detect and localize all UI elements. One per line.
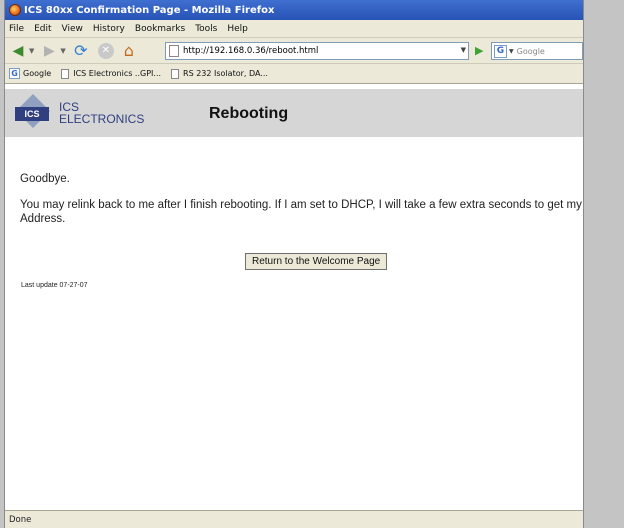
search-engine-dropdown-icon[interactable]: ▼ [509, 48, 514, 55]
page-icon [61, 68, 70, 79]
reload-icon[interactable]: ⟳ [72, 41, 90, 60]
menu-history[interactable]: History [93, 24, 125, 34]
menu-tools[interactable]: Tools [195, 24, 217, 34]
menu-edit[interactable]: Edit [34, 24, 51, 34]
google-search-icon[interactable]: G [494, 44, 507, 58]
goodbye-text: Goodbye. [20, 173, 70, 185]
bookmark-label: Google [23, 69, 52, 78]
bookmark-rs232-isolator[interactable]: RS 232 Isolator, DA... [171, 68, 268, 79]
home-icon[interactable]: ⌂ [120, 41, 138, 60]
company-line2: ELECTRONICS [59, 112, 145, 126]
google-icon: G [9, 68, 20, 79]
back-dropdown-icon[interactable]: ▼ [29, 47, 34, 55]
last-update-text: Last update 07-27-07 [21, 282, 88, 289]
page-content: ICS ICS ELECTRONICS Rebooting Goodbye. Y… [5, 86, 584, 510]
status-text: Done [9, 514, 32, 525]
title-bar: ICS 80xx Confirmation Page - Mozilla Fir… [5, 0, 583, 20]
browser-window: ICS 80xx Confirmation Page - Mozilla Fir… [4, 0, 584, 528]
page-title: Rebooting [209, 105, 289, 122]
bookmark-google[interactable]: G Google [9, 68, 51, 79]
ics-logo: ICS [15, 94, 51, 131]
page-icon [169, 45, 179, 57]
bookmark-label: RS 232 Isolator, DA... [183, 69, 268, 78]
address-bar[interactable]: http://192.168.0.36/reboot.html ▼ [165, 42, 469, 60]
status-bar: Done [5, 510, 583, 528]
menu-bookmarks[interactable]: Bookmarks [135, 24, 185, 34]
address-dropdown-icon[interactable]: ▼ [461, 46, 466, 54]
back-arrow-icon[interactable]: ◀ [9, 42, 27, 60]
address-input[interactable]: http://192.168.0.36/reboot.html [183, 46, 318, 56]
navigation-toolbar: ◀ ▼ ▶ ▼ ⟳ ✕ ⌂ http://192.168.0.36/reboot… [5, 38, 583, 64]
menu-bar: File Edit View History Bookmarks Tools H… [5, 20, 583, 38]
menu-file[interactable]: File [9, 24, 24, 34]
bookmark-ics-electronics[interactable]: ICS Electronics ..GPI... [61, 68, 162, 79]
forward-dropdown-icon[interactable]: ▼ [60, 47, 65, 55]
search-input[interactable]: Google [517, 47, 545, 56]
window-title: ICS 80xx Confirmation Page - Mozilla Fir… [24, 4, 275, 16]
page-header: ICS ICS ELECTRONICS Rebooting [5, 89, 583, 137]
page-icon [171, 68, 180, 79]
menu-view[interactable]: View [62, 24, 83, 34]
bookmarks-toolbar: G Google ICS Electronics ..GPI... RS 232… [5, 64, 583, 84]
bookmark-label: ICS Electronics ..GPI... [73, 69, 162, 78]
forward-arrow-icon[interactable]: ▶ [40, 42, 58, 60]
relink-text: You may relink back to me after I finish… [20, 199, 584, 225]
go-icon[interactable]: ▶ [475, 44, 483, 57]
logo-tag: ICS [15, 107, 49, 121]
company-name: ICS ELECTRONICS [59, 101, 144, 125]
stop-icon[interactable]: ✕ [97, 42, 114, 59]
firefox-icon [9, 4, 21, 16]
search-box[interactable]: G ▼ Google [491, 42, 583, 60]
return-welcome-button[interactable]: Return to the Welcome Page [245, 253, 388, 270]
menu-help[interactable]: Help [227, 24, 248, 34]
